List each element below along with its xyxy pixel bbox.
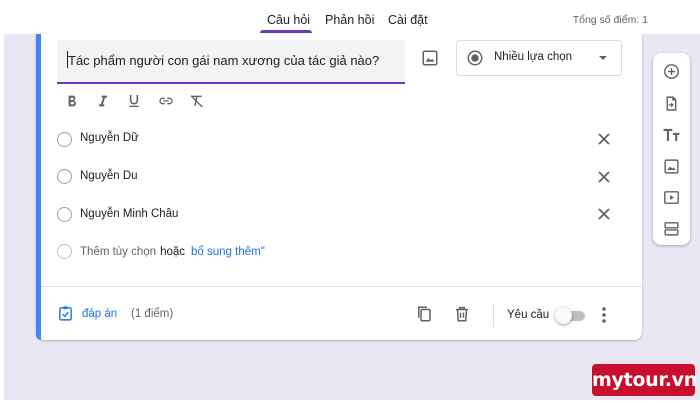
required-label: Yêu cầu bbox=[507, 309, 550, 321]
add-video-icon[interactable] bbox=[663, 189, 680, 206]
add-image-icon[interactable] bbox=[663, 158, 680, 175]
radio-checked-icon bbox=[467, 50, 483, 66]
import-icon[interactable] bbox=[663, 95, 680, 112]
bold-icon[interactable] bbox=[64, 93, 80, 109]
card-footer-divider bbox=[41, 286, 642, 287]
add-image-icon[interactable] bbox=[421, 49, 439, 67]
tab-responses[interactable]: Phản hồi bbox=[325, 13, 374, 27]
delete-icon[interactable] bbox=[453, 305, 471, 323]
option-radio bbox=[57, 132, 72, 147]
add-option-radio bbox=[57, 244, 72, 259]
answer-key-button[interactable]: đáp án bbox=[82, 308, 117, 320]
active-tab-indicator bbox=[260, 30, 312, 33]
add-section-icon[interactable] bbox=[663, 220, 680, 237]
required-toggle-knob[interactable] bbox=[555, 307, 572, 324]
active-card-indicator bbox=[36, 34, 41, 340]
italic-icon[interactable] bbox=[95, 93, 111, 109]
question-type-label: Nhiều lựa chọn bbox=[494, 51, 573, 63]
add-title-icon[interactable] bbox=[662, 127, 681, 144]
footer-separator bbox=[493, 303, 494, 327]
top-bar: Câu hỏi Phản hồi Cài đặt Tổng số điểm: 1 bbox=[0, 0, 700, 34]
option-radio bbox=[57, 207, 72, 222]
floating-toolbar bbox=[653, 53, 690, 245]
total-points: Tổng số điểm: 1 bbox=[572, 14, 648, 26]
option-label[interactable]: Nguyễn Du bbox=[80, 170, 138, 182]
close-icon[interactable] bbox=[597, 132, 611, 146]
close-icon[interactable] bbox=[597, 207, 611, 221]
underline-icon[interactable] bbox=[126, 93, 142, 109]
duplicate-icon[interactable] bbox=[415, 305, 433, 323]
close-icon[interactable] bbox=[597, 170, 611, 184]
option-label[interactable]: Nguyễn Dữ bbox=[80, 132, 139, 144]
question-title-text: Tác phẩm người con gái nam xương của tác… bbox=[68, 53, 380, 68]
points-label: (1 điểm) bbox=[131, 308, 174, 320]
watermark-logo: mytour.vn bbox=[592, 364, 697, 396]
tab-settings[interactable]: Cài đặt bbox=[388, 13, 428, 27]
option-radio bbox=[57, 169, 72, 184]
option-label[interactable]: Nguyễn Minh Châu bbox=[80, 208, 178, 220]
add-other-link[interactable]: bổ sung thêm" bbox=[191, 246, 265, 258]
clear-format-icon[interactable] bbox=[189, 93, 205, 109]
add-option-or: hoặc bbox=[160, 246, 186, 258]
add-option-input[interactable]: Thêm tùy chọn bbox=[80, 246, 156, 258]
link-icon[interactable] bbox=[157, 93, 175, 109]
add-option-row: Thêm tùy chọn hoặc bổ sung thêm" bbox=[80, 246, 265, 258]
tab-questions[interactable]: Câu hỏi bbox=[267, 13, 310, 27]
add-question-icon[interactable] bbox=[663, 63, 680, 80]
answer-key-icon[interactable] bbox=[57, 305, 74, 322]
chevron-down-icon bbox=[599, 56, 607, 60]
more-options-icon[interactable] bbox=[598, 306, 610, 324]
